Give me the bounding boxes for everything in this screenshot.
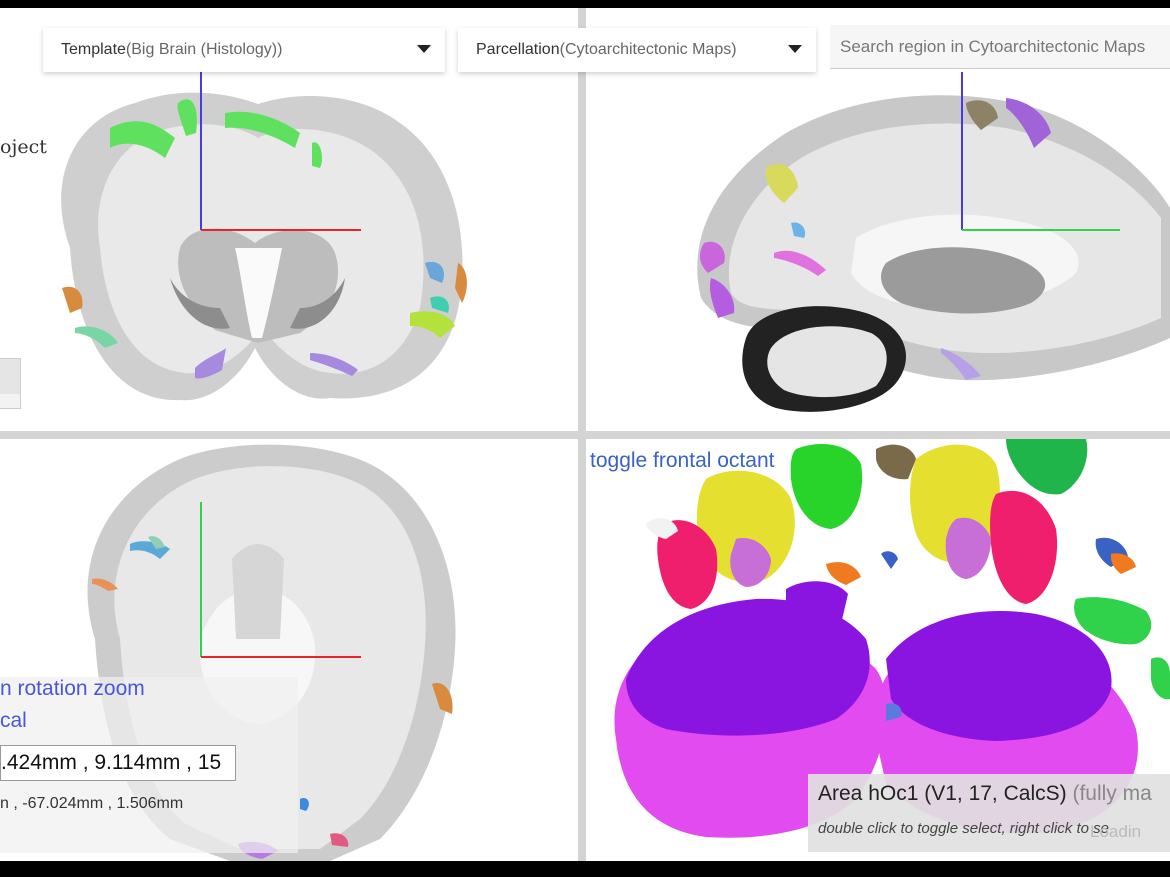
chevron-down-icon — [788, 45, 802, 53]
parcellation-dropdown-value: (Cytoarchitectonic Maps) — [559, 41, 737, 58]
coordinate-input[interactable]: .424mm , 9.114mm , 15 — [0, 745, 236, 781]
toggle-frontal-octant-link[interactable]: toggle frontal octant — [590, 449, 774, 473]
navigation-mode-label[interactable]: n rotation zoom — [0, 677, 145, 701]
template-dropdown-value: (Big Brain (Histology)) — [125, 41, 283, 58]
clipped-side-text: oject — [0, 136, 47, 158]
region-search-input[interactable]: Search region in Cytoarchitectonic Maps — [830, 25, 1170, 69]
axial-view[interactable]: n rotation zoom cal .424mm , 9.114mm , 1… — [0, 439, 578, 861]
voxel-coordinate: n , -67.024mm , 1.506mm — [0, 795, 184, 812]
region-name-text: Area hOc1 (V1, 17, CalcS) — [818, 782, 1067, 805]
region-name: Area hOc1 (V1, 17, CalcS) (fully ma — [818, 782, 1152, 806]
navigation-panel: n rotation zoom cal .424mm , 9.114mm , 1… — [0, 677, 298, 853]
template-dropdown-label: Template — [61, 41, 126, 58]
side-panel-stub[interactable] — [0, 358, 21, 396]
side-panel-stub-lower[interactable] — [0, 394, 21, 409]
parcellation-dropdown[interactable]: Parcellation (Cytoarchitectonic Maps) — [458, 28, 816, 72]
viewer-canvas[interactable]: oject n rotation zoom cal .424mm , 9.114… — [0, 8, 1170, 861]
parcellation-dropdown-label: Parcellation — [476, 41, 560, 58]
loading-indicator: Loadin — [1090, 822, 1142, 841]
chevron-down-icon — [417, 45, 431, 53]
region-hint: double click to toggle select, right cli… — [818, 820, 1109, 837]
region-status: (fully ma — [1072, 782, 1152, 805]
3d-view[interactable]: toggle frontal octant Area hOc1 (V1, 17,… — [586, 439, 1170, 861]
template-dropdown[interactable]: Template (Big Brain (Histology)) — [43, 28, 445, 72]
region-info-panel: Area hOc1 (V1, 17, CalcS) (fully ma doub… — [808, 774, 1170, 852]
physical-coord-label[interactable]: cal — [0, 709, 27, 733]
